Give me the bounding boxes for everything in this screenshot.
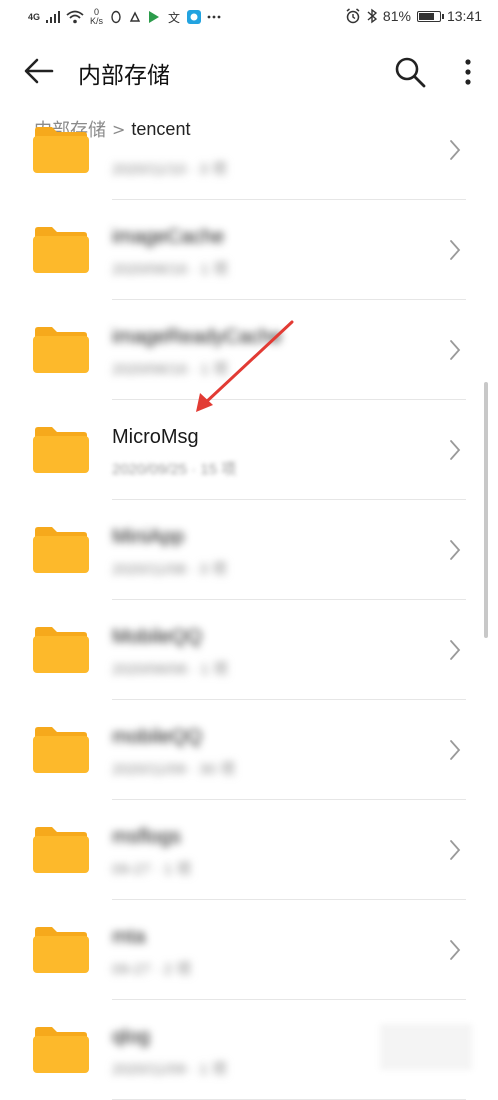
play-store-icon <box>149 11 160 23</box>
folder-meta: 2020/11/10 · 3 项 <box>112 161 227 178</box>
chevron-right-icon <box>450 640 461 660</box>
chevron-right-icon <box>450 740 461 760</box>
battery-level <box>418 12 434 20</box>
folder-meta: 2020/11/09 · 30 项 <box>112 761 236 778</box>
folder-meta: 2020/06/16 · 1 项 <box>112 261 228 278</box>
chevron-right-icon <box>450 540 461 560</box>
search-icon[interactable] <box>392 54 428 90</box>
folder-icon <box>33 727 89 773</box>
folder-meta: 2020/06/06 · 1 项 <box>112 661 228 678</box>
clock: 13:41 <box>446 8 482 24</box>
folder-name: mta <box>112 926 146 948</box>
folder-icon <box>33 127 89 173</box>
folder-icon <box>33 227 89 273</box>
back-arrow-icon[interactable] <box>22 54 56 88</box>
folder-row[interactable]: mta 09-27 · 2 项 <box>0 900 498 1000</box>
folder-icon <box>33 327 89 373</box>
folder-meta: 09-27 · 2 项 <box>112 961 192 978</box>
app-notification-icon <box>129 11 141 22</box>
chevron-right-icon <box>450 140 461 160</box>
chevron-right-icon <box>450 240 461 260</box>
folder-icon <box>33 927 89 973</box>
app-badge-icon <box>187 10 202 24</box>
more-options-icon[interactable] <box>456 54 480 90</box>
folder-name: msflogs <box>112 826 181 848</box>
folder-meta: 2020/11/08 · 3 项 <box>112 561 227 578</box>
signal-icon <box>46 11 61 23</box>
svg-text:文: 文 <box>168 10 180 24</box>
scrollbar[interactable] <box>484 382 488 638</box>
translate-icon: 文 <box>168 10 180 24</box>
folder-row[interactable]: imageReadyCache 2020/06/16 · 1 项 <box>0 300 498 400</box>
folder-meta: 2020/06/16 · 1 项 <box>112 361 228 378</box>
folder-name: MiniApp <box>112 526 185 548</box>
battery-icon <box>416 10 444 22</box>
folder-row[interactable]: 2020/11/10 · 3 项 <box>0 100 498 200</box>
net-speed: 0 K/s <box>90 8 103 26</box>
qq-icon <box>111 10 121 24</box>
folder-row[interactable]: msflogs 09-27 · 1 项 <box>0 800 498 900</box>
folder-name: imageReadyCache <box>112 326 283 348</box>
wifi-icon <box>66 10 84 24</box>
folder-meta: 2020/11/09 · 1 项 <box>112 1061 227 1078</box>
page-title: 内部存储 <box>78 63 170 89</box>
folder-name: mobileQQ <box>112 726 203 748</box>
chevron-right-icon <box>450 340 461 360</box>
folder-icon <box>33 1027 89 1073</box>
folder-name: qlog <box>112 1026 150 1048</box>
chevron-right-icon <box>450 840 461 860</box>
alarm-icon <box>346 8 360 24</box>
chevron-right-icon <box>450 440 461 460</box>
folder-icon <box>33 627 89 673</box>
folder-icon <box>33 427 89 473</box>
network-label: 4G <box>28 12 41 22</box>
blurred-region <box>380 1024 472 1070</box>
folder-name: MicroMsg <box>112 426 199 448</box>
folder-name: MobileQQ <box>112 626 203 648</box>
folder-row[interactable]: MobileQQ 2020/06/06 · 1 项 <box>0 600 498 700</box>
folder-row[interactable]: mobileQQ 2020/11/09 · 30 项 <box>0 700 498 800</box>
battery-percent: 81% <box>382 8 411 24</box>
more-notifications-icon <box>207 15 221 19</box>
folder-icon <box>33 827 89 873</box>
folder-row[interactable]: MicroMsg 2020/09/25 · 15 项 <box>0 400 498 500</box>
chevron-right-icon <box>450 940 461 960</box>
status-bar: 4G 0 K/s 文 81% 13:41 <box>0 0 498 36</box>
folder-row[interactable]: imageCache 2020/06/16 · 1 项 <box>0 200 498 300</box>
folder-name: imageCache <box>112 226 225 248</box>
folder-meta: 2020/09/25 · 15 项 <box>112 461 237 478</box>
bluetooth-icon <box>367 8 377 24</box>
status-left: 4G 0 K/s 文 <box>28 8 221 26</box>
status-right: 81% 13:41 <box>345 8 482 24</box>
net-speed-unit: K/s <box>90 16 104 26</box>
folder-row[interactable]: MiniApp 2020/11/08 · 3 项 <box>0 500 498 600</box>
folder-meta: 09-27 · 1 项 <box>112 861 192 878</box>
toolbar: 内部存储 <box>0 42 498 98</box>
folder-icon <box>33 527 89 573</box>
